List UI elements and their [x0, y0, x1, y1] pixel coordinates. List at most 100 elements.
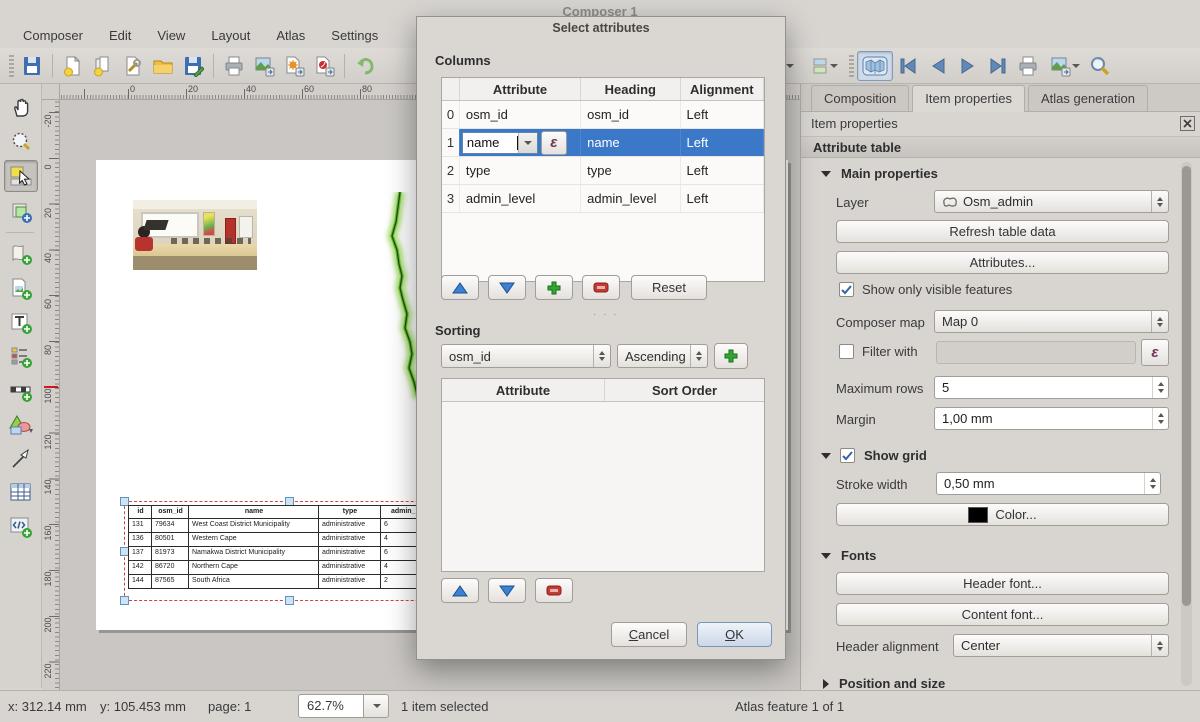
add-scalebar-button[interactable] [4, 375, 38, 407]
sorting-order-combo[interactable]: Ascending [617, 344, 708, 368]
show-grid-checkbox[interactable] [840, 448, 855, 463]
grid-color-button[interactable]: Color... [836, 503, 1169, 526]
sorting-add-button[interactable] [714, 343, 748, 369]
filter-expression-field[interactable] [936, 341, 1136, 364]
export-svg-button[interactable] [279, 52, 309, 80]
panel-close-button[interactable] [1180, 116, 1195, 131]
composer-map-combo[interactable]: Map 0 [934, 310, 1169, 333]
export-atlas-dropdown[interactable] [1043, 52, 1085, 80]
panel-scrollbar[interactable] [1181, 162, 1192, 686]
menu-atlas[interactable]: Atlas [263, 24, 318, 47]
fonts-header[interactable]: Fonts [821, 548, 876, 563]
attribute-expression-button[interactable]: ε [541, 131, 567, 155]
attribute-edit-combo[interactable]: name [462, 132, 538, 154]
align-items-dropdown[interactable] [802, 52, 846, 80]
print-atlas-button[interactable] [1013, 52, 1043, 80]
columns-row-1-selected[interactable]: 1 name ε name Left [442, 129, 764, 157]
add-label-button[interactable] [4, 307, 38, 339]
ok-button[interactable]: OK [697, 622, 772, 647]
export-image-button[interactable] [249, 52, 279, 80]
show-visible-checkbox[interactable] [839, 282, 854, 297]
zoom-tool-button[interactable] [4, 126, 38, 158]
sorting-remove-button[interactable] [535, 578, 573, 603]
column-add-button[interactable] [535, 275, 573, 300]
zoom-level-dropdown[interactable] [364, 694, 389, 718]
position-size-header[interactable]: Position and size [823, 676, 945, 691]
atlas-settings-button[interactable] [1085, 52, 1115, 80]
export-pdf-button[interactable] [309, 52, 339, 80]
column-move-down-button[interactable] [488, 275, 526, 300]
add-shape-dropdown[interactable] [4, 409, 38, 441]
filter-with-row: Filter with [839, 344, 918, 359]
preview-atlas-button[interactable] [857, 51, 893, 81]
cancel-button[interactable]: Cancel [611, 622, 687, 647]
print-button[interactable] [219, 52, 249, 80]
reset-button[interactable]: Reset [631, 275, 707, 300]
move-item-content-button[interactable] [4, 196, 38, 228]
columns-row-2[interactable]: 2 type type Left [442, 157, 764, 185]
layer-combo[interactable]: Osm_admin [934, 190, 1169, 213]
save-as-template-button[interactable] [178, 52, 208, 80]
sorting-attribute-combo[interactable]: osm_id [441, 344, 611, 368]
pan-tool-button[interactable] [4, 92, 38, 124]
open-composition-button[interactable] [148, 52, 178, 80]
add-legend-button[interactable] [4, 341, 38, 373]
menu-composer[interactable]: Composer [10, 24, 96, 47]
duplicate-composition-button[interactable] [88, 52, 118, 80]
sorting-move-up-button[interactable] [441, 578, 479, 603]
zoom-level-field[interactable]: 62.7% [298, 694, 364, 718]
select-move-item-button[interactable] [4, 160, 38, 192]
columns-row-0[interactable]: 0 osm_id osm_id Left [442, 101, 764, 129]
tab-atlas-generation[interactable]: Atlas generation [1028, 85, 1148, 111]
column-remove-button[interactable] [582, 275, 620, 300]
edit-combo-dropdown[interactable] [518, 133, 537, 153]
column-move-up-button[interactable] [441, 275, 479, 300]
filter-with-checkbox[interactable] [839, 344, 854, 359]
previous-feature-button[interactable] [923, 52, 953, 80]
add-arrow-button[interactable] [4, 443, 38, 475]
attribute-editor-value[interactable]: name [463, 133, 517, 153]
undo-button[interactable] [350, 52, 380, 80]
picture-item[interactable] [133, 200, 257, 270]
new-composition-button[interactable] [58, 52, 88, 80]
refresh-table-button[interactable]: Refresh table data [836, 220, 1169, 243]
add-html-frame-button[interactable] [4, 511, 38, 543]
splitter-handle[interactable]: · · · [593, 309, 619, 320]
sorting-table[interactable]: Attribute Sort Order [441, 378, 765, 572]
max-rows-spinbox[interactable]: 5 [934, 376, 1169, 399]
content-font-button[interactable]: Content font... [836, 603, 1169, 626]
tab-composition[interactable]: Composition [811, 85, 909, 111]
toolbar-separator [6, 232, 34, 233]
attributes-button[interactable]: Attributes... [836, 251, 1169, 274]
first-feature-icon [898, 57, 918, 75]
selection-handle[interactable] [120, 596, 129, 605]
stroke-width-spinbox[interactable]: 0,50 mm [936, 472, 1161, 495]
first-feature-button[interactable] [893, 52, 923, 80]
add-image-button[interactable] [4, 273, 38, 305]
add-arrow-icon [9, 447, 33, 471]
menu-settings[interactable]: Settings [318, 24, 391, 47]
next-feature-button[interactable] [953, 52, 983, 80]
sorting-move-down-button[interactable] [488, 578, 526, 603]
dropdown-caret-icon [830, 64, 838, 68]
tab-item-properties[interactable]: Item properties [912, 85, 1025, 112]
menu-edit[interactable]: Edit [96, 24, 144, 47]
main-properties-header[interactable]: Main properties [821, 166, 938, 181]
header-alignment-combo[interactable]: Center [953, 634, 1169, 657]
selection-handle[interactable] [285, 596, 294, 605]
menu-layout[interactable]: Layout [198, 24, 263, 47]
last-feature-button[interactable] [983, 52, 1013, 80]
margin-spinbox[interactable]: 1,00 mm [934, 407, 1169, 430]
filter-expression-button[interactable]: ε [1141, 339, 1169, 366]
composer-manager-button[interactable] [118, 52, 148, 80]
scrollbar-thumb[interactable] [1182, 166, 1191, 606]
columns-row-3[interactable]: 3 admin_level admin_level Left [442, 185, 764, 213]
header-font-button[interactable]: Header font... [836, 572, 1169, 595]
menu-view[interactable]: View [144, 24, 198, 47]
add-attribute-table-button[interactable] [4, 477, 38, 509]
save-project-button[interactable] [17, 52, 47, 80]
show-grid-header[interactable]: Show grid [821, 448, 927, 463]
attribute-table-item[interactable]: id osm_id name type admin_level 13179634… [128, 505, 458, 589]
columns-table[interactable]: Attribute Heading Alignment 0 osm_id osm… [441, 77, 765, 282]
add-map-button[interactable] [4, 238, 38, 270]
